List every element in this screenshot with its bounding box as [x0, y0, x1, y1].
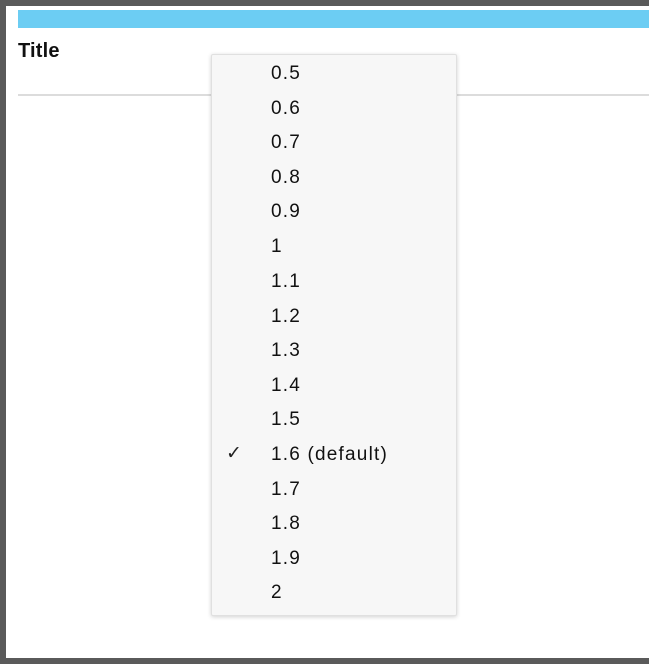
title-bar: [18, 10, 649, 28]
menu-item-0-7[interactable]: 0.7: [212, 126, 456, 160]
menu-item-label: 0.8: [271, 167, 302, 188]
menu-item-label: 1.9: [271, 548, 302, 569]
menu-item-1-6-default[interactable]: ✓ 1.6 (default): [212, 438, 456, 472]
line-height-dropdown-menu[interactable]: 0.5 0.6 0.7 0.8 0.9 1 1.1 1.2 1.3 1.4 1.…: [211, 54, 457, 616]
menu-item-label: 2: [271, 582, 283, 603]
menu-item-1-4[interactable]: 1.4: [212, 369, 456, 403]
menu-item-0-6[interactable]: 0.6: [212, 92, 456, 126]
app-window: Title 0.5 0.6 0.7 0.8 0.9 1 1.1 1.2 1.3 …: [6, 6, 649, 658]
title-label: Title: [18, 40, 60, 62]
menu-item-0-5[interactable]: 0.5: [212, 57, 456, 91]
menu-item-1-1[interactable]: 1.1: [212, 265, 456, 299]
menu-item-1-8[interactable]: 1.8: [212, 507, 456, 541]
menu-item-label: 0.6: [271, 98, 302, 119]
menu-item-label: 1.2: [271, 306, 302, 327]
menu-item-label: 1.5: [271, 409, 302, 430]
menu-item-0-8[interactable]: 0.8: [212, 161, 456, 195]
menu-item-label: 1.7: [271, 479, 302, 500]
menu-item-1-2[interactable]: 1.2: [212, 300, 456, 334]
menu-item-1[interactable]: 1: [212, 230, 456, 264]
menu-item-2[interactable]: 2: [212, 576, 456, 610]
menu-item-label: 1.8: [271, 513, 302, 534]
menu-item-label: 1.1: [271, 271, 302, 292]
window-frame: Title 0.5 0.6 0.7 0.8 0.9 1 1.1 1.2 1.3 …: [0, 0, 649, 664]
menu-item-label: 0.9: [271, 201, 302, 222]
menu-item-1-7[interactable]: 1.7: [212, 473, 456, 507]
menu-item-1-5[interactable]: 1.5: [212, 403, 456, 437]
checkmark-icon: ✓: [226, 442, 242, 464]
menu-item-label: 1: [271, 236, 283, 257]
menu-item-label: 0.7: [271, 132, 302, 153]
menu-item-1-3[interactable]: 1.3: [212, 334, 456, 368]
menu-item-label: 1.3: [271, 340, 302, 361]
menu-item-label: 1.4: [271, 375, 302, 396]
menu-item-1-9[interactable]: 1.9: [212, 542, 456, 576]
menu-item-label: 0.5: [271, 63, 302, 84]
menu-item-0-9[interactable]: 0.9: [212, 195, 456, 229]
menu-item-label: 1.6 (default): [271, 444, 388, 465]
